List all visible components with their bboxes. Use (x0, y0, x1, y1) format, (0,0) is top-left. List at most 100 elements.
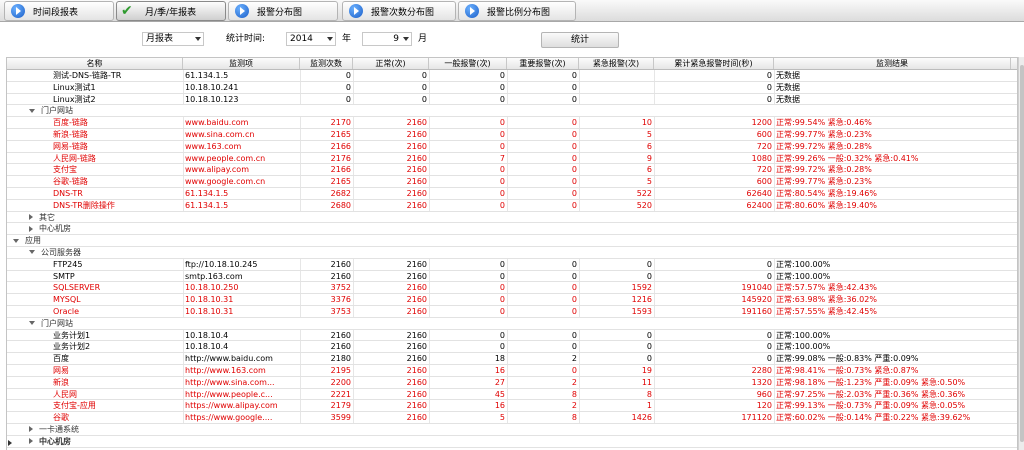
table-cell: 522 (636, 188, 652, 198)
tab-alarm-distribution[interactable]: 报警分布图 (228, 1, 338, 21)
table-cell: www.alipay.com (185, 165, 249, 175)
column-header[interactable]: 重要报警(次) (507, 58, 579, 69)
tab-period-report[interactable]: 时间段报表 (4, 1, 114, 21)
table-cell: 27 (494, 377, 505, 387)
table-row[interactable]: DNS-TR删除操作 61.134.1.5 2680 2160 0 0 520 62400 正常… (7, 199, 1017, 212)
column-divider (300, 117, 301, 128)
table-row[interactable]: 测试-DNS-链路-TR 61.134.1.5 0 0 0 0 0 无数据 (7, 70, 1017, 82)
column-divider (300, 400, 301, 412)
table-cell: 3753 (330, 306, 351, 316)
statistics-button[interactable]: 统计 (541, 32, 619, 48)
column-header[interactable]: 监测次数 (300, 58, 353, 69)
column-divider (429, 353, 430, 364)
collapse-arrow-icon[interactable] (29, 225, 33, 232)
column-header[interactable]: 正常(次) (353, 58, 429, 69)
scrollbar-thumb[interactable] (1020, 65, 1024, 442)
table-row[interactable]: 网易-链路 www.163.com 2166 2160 0 0 6 720 正常:99.72% … (7, 140, 1017, 153)
report-type-select[interactable]: 月报表 (142, 32, 204, 46)
table-row[interactable]: 百度 http://www.baidu.com 2180 2160 18 2 0 0 正常:99… (7, 353, 1017, 365)
collapse-arrow-icon[interactable] (29, 214, 33, 221)
table-row[interactable]: SQLSERVER 10.18.10.250 3752 2160 0 0 1592 19104… (7, 282, 1017, 295)
table-cell: 0 (499, 94, 505, 104)
table-row[interactable]: Linux测试2 10.18.10.123 0 0 0 0 0 无数据 (7, 93, 1017, 106)
table-cell: 6 (646, 141, 652, 151)
table-row[interactable]: Oracle 10.18.10.31 3753 2160 0 0 1593 191160 正常:… (7, 305, 1017, 318)
column-divider (507, 140, 508, 152)
table-cell: 2160 (330, 271, 351, 281)
table-row[interactable]: 新浪 http://www.sina.com... 2200 2160 27 2 11 132… (7, 376, 1017, 389)
collapse-arrow-icon[interactable] (29, 426, 33, 433)
column-divider (774, 152, 775, 164)
column-header[interactable]: 监测结果 (774, 58, 1011, 69)
column-divider (774, 341, 775, 353)
column-header[interactable]: 一般报警(次) (429, 58, 507, 69)
table-row[interactable]: 谷歌-链路 www.google.com.cn 2165 2160 0 0 5 600 正常:9… (7, 176, 1017, 188)
column-divider (774, 412, 775, 423)
expand-arrow-icon[interactable] (29, 321, 35, 326)
column-divider (353, 388, 354, 400)
table-row[interactable]: SMTP smtp.163.com 2160 2160 0 0 0 0 正常:100.00% (7, 270, 1017, 283)
table-row[interactable]: 支付宝 www.alipay.com 2166 2160 0 0 6 720 正常:99.72%… (7, 164, 1017, 177)
table-row[interactable]: FTP245 ftp://10.18.10.245 2160 2160 0 0 0 0 正常:1… (7, 258, 1017, 271)
table-cell: 0 (499, 200, 505, 210)
table-cell: SQLSERVER (53, 283, 101, 293)
group-row[interactable]: 门户网站 (7, 318, 1017, 330)
table-row[interactable]: MYSQL 10.18.10.31 3376 2160 0 0 1216 145920 正常:6… (7, 294, 1017, 306)
vertical-scrollbar[interactable] (1018, 57, 1024, 450)
collapse-arrow-icon[interactable] (29, 438, 33, 445)
group-row[interactable]: 门户网站 (7, 105, 1017, 118)
table-cell: 5 (646, 177, 652, 187)
column-header[interactable]: 监测项 (183, 58, 300, 69)
table-cell: 2160 (406, 200, 427, 210)
table-cell: 谷歌-链路 (53, 177, 88, 187)
group-row[interactable]: 中心机房 (7, 436, 1017, 448)
table-row[interactable]: 业务计划2 10.18.10.4 2160 2160 0 0 0 0 正常:100.00% (7, 341, 1017, 354)
column-divider (507, 412, 508, 423)
table-cell: 1216 (631, 295, 652, 305)
table-cell: 171120 (741, 413, 772, 423)
table-cell: 5 (499, 413, 505, 423)
table-cell: 0 (646, 259, 652, 269)
table-cell: 正常:57.57% 紧急:42.43% (776, 283, 877, 293)
group-row[interactable]: 公司服务器 (7, 247, 1017, 259)
column-header[interactable]: 名称 (7, 58, 183, 69)
tab-month-quarter-year-report[interactable]: ✔ 月/季/年报表 (116, 1, 226, 21)
table-cell: 2160 (406, 306, 427, 316)
table-cell: 2160 (406, 177, 427, 187)
table-row[interactable]: 人民网-链路 www.people.com.cn 2176 2160 7 0 9 1080 正常… (7, 152, 1017, 165)
month-select[interactable]: 9 (362, 32, 412, 46)
tab-alarm-count-distribution[interactable]: 报警次数分布图 (342, 1, 456, 21)
table-row[interactable]: DNS-TR 61.134.1.5 2682 2160 0 0 522 62640 正常:80.… (7, 187, 1017, 200)
table-row[interactable]: 谷歌 https://www.google.... 3599 2160 5 8 1426 17… (7, 412, 1017, 424)
expand-arrow-icon[interactable] (29, 250, 35, 255)
table-row[interactable]: 百度-链路 www.baidu.com 2170 2160 0 0 10 1200 正常:99.… (7, 117, 1017, 129)
table-cell: 0 (571, 129, 577, 139)
table-cell: 61.134.1.5 (185, 71, 229, 80)
table-cell: 1320 (751, 377, 772, 387)
table-row[interactable]: 支付宝-应用 https://www.alipay.com 2179 2160 16 2 1… (7, 400, 1017, 413)
column-header[interactable]: 累计紧急报警时间(秒) (654, 58, 774, 69)
table-row[interactable]: Linux测试1 10.18.10.241 0 0 0 0 0 无数据 (7, 81, 1017, 94)
table-row[interactable]: 新浪-链路 www.sina.com.cn 2165 2160 0 0 5 600 正常:99.… (7, 128, 1017, 141)
column-header[interactable]: 紧急报警(次) (579, 58, 654, 69)
table-header: 名称 监测项 监测次数 正常(次) 一般报警(次) 重要报警(次) 紧急报警(次) 累计紧急报… (7, 58, 1017, 70)
expand-arrow-icon[interactable] (13, 238, 19, 243)
year-select[interactable]: 2014 (286, 32, 336, 46)
table-cell: 1080 (751, 153, 772, 163)
tab-alarm-ratio-distribution[interactable]: 报警比例分布图 (458, 1, 576, 21)
table-row[interactable]: 人民网 http://www.people.c... 2221 2160 45 8 8 960… (7, 388, 1017, 401)
group-row[interactable]: 其它 (7, 212, 1017, 224)
table-cell: 0 (499, 141, 505, 151)
table-cell: 2200 (330, 377, 351, 387)
table-row[interactable]: 业务计划1 10.18.10.4 2160 2160 0 0 0 0 正常:100.00% (7, 329, 1017, 342)
column-divider (183, 329, 184, 341)
column-divider (183, 258, 184, 270)
tab-label: 报警比例分布图 (487, 7, 551, 18)
table-row[interactable]: 网易 http://www.163.com 2195 2160 16 0 19 2280 正常:… (7, 364, 1017, 377)
group-row[interactable]: 应用 (7, 235, 1017, 247)
expand-arrow-icon[interactable] (29, 108, 35, 113)
column-divider (507, 258, 508, 270)
group-row[interactable]: 一卡通系统 (7, 424, 1017, 436)
group-row[interactable]: 中心机房 (7, 223, 1017, 236)
group-name: 门户网站 (41, 318, 73, 328)
